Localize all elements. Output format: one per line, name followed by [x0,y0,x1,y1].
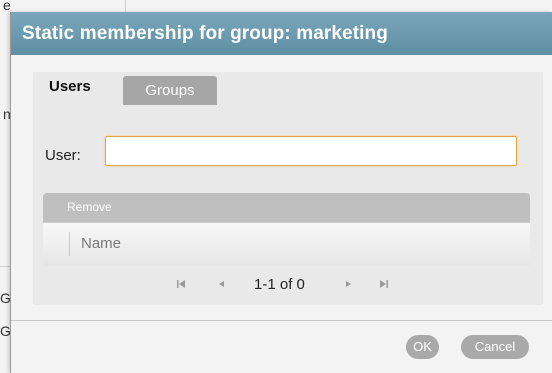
prev-page-icon[interactable] [217,278,225,293]
user-input[interactable] [105,136,517,166]
next-page-icon[interactable] [345,278,353,293]
last-page-icon[interactable] [379,278,389,293]
column-header-name[interactable]: Name [81,235,121,252]
background-divider [0,266,10,267]
table-header: Name [43,222,530,266]
pager-status: 1-1 of 0 [254,276,305,293]
dialog-content: Users Groups User: Remove Name 1-1 of 0 [33,72,543,305]
first-page-icon[interactable] [176,278,186,293]
column-separator [69,232,70,256]
background-divider [125,0,126,12]
footer-divider [11,320,552,321]
remove-button[interactable]: Remove [67,200,112,214]
user-label: User: [45,147,81,164]
tab-users[interactable]: Users [49,78,91,95]
dialog-title: Static membership for group: marketing [11,12,552,55]
ok-button[interactable]: OK [406,335,439,359]
tab-bar: Users Groups [33,72,543,106]
table-toolbar: Remove [43,193,530,222]
static-membership-dialog: Static membership for group: marketing U… [10,12,552,373]
tab-groups[interactable]: Groups [123,76,217,105]
cancel-button[interactable]: Cancel [461,335,529,359]
pager: 1-1 of 0 [33,276,543,298]
members-table: Remove Name [43,193,530,266]
